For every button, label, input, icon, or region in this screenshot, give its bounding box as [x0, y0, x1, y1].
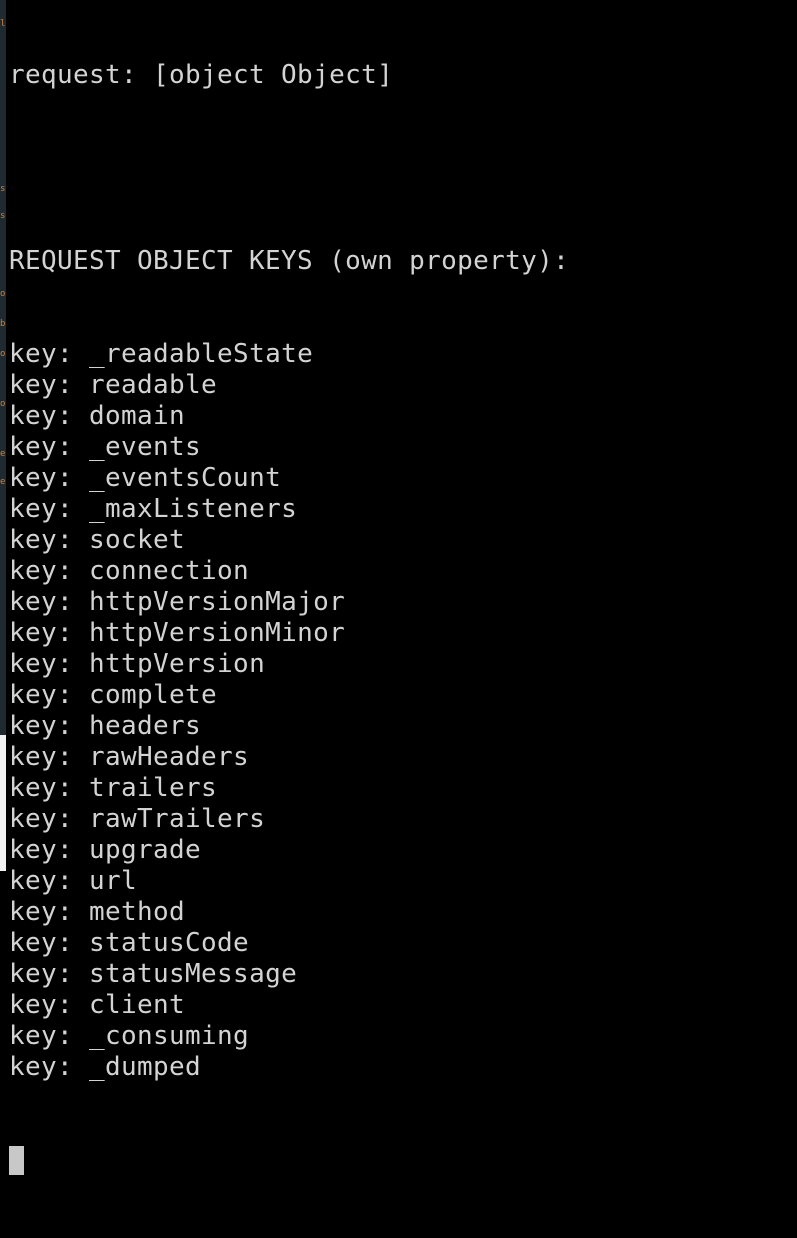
key-name: httpVersionMajor [89, 587, 346, 617]
key-line: key: statusMessage [9, 959, 569, 990]
key-prefix: key: [9, 1052, 90, 1082]
key-name: connection [89, 556, 250, 586]
key-line: key: _dumped [9, 1052, 569, 1083]
terminal-window[interactable]: request: [object Object] REQUEST OBJECT … [6, 0, 797, 1175]
key-prefix: key: [9, 928, 90, 958]
prompt-line[interactable] [9, 1145, 569, 1176]
key-prefix: key: [9, 773, 90, 803]
key-prefix: key: [9, 1021, 90, 1051]
key-line: key: trailers [9, 773, 569, 804]
key-name: upgrade [89, 835, 202, 865]
key-name: _readableState [89, 339, 314, 369]
key-name: _events [89, 432, 202, 462]
key-name: httpVersionMinor [89, 618, 346, 648]
key-prefix: key: [9, 804, 90, 834]
key-prefix: key: [9, 897, 90, 927]
key-prefix: key: [9, 649, 90, 679]
key-name: method [89, 897, 186, 927]
key-line: key: client [9, 990, 569, 1021]
key-prefix: key: [9, 990, 90, 1020]
key-line: key: statusCode [9, 928, 569, 959]
key-prefix: key: [9, 680, 90, 710]
key-name: readable [89, 370, 218, 400]
key-name: rawHeaders [89, 742, 250, 772]
key-line: key: httpVersionMajor [9, 587, 569, 618]
key-prefix: key: [9, 959, 90, 989]
key-name: socket [89, 525, 186, 555]
key-line: key: _eventsCount [9, 463, 569, 494]
key-name: domain [89, 401, 186, 431]
key-line: key: rawTrailers [9, 804, 569, 835]
key-line: key: httpVersionMinor [9, 618, 569, 649]
key-prefix: key: [9, 432, 90, 462]
key-prefix: key: [9, 494, 90, 524]
request-line: request: [object Object] [9, 60, 394, 90]
key-prefix: key: [9, 463, 90, 493]
key-name: headers [89, 711, 202, 741]
key-line: key: _maxListeners [9, 494, 569, 525]
terminal-cursor [9, 1146, 24, 1175]
key-line: key: readable [9, 370, 569, 401]
key-name: trailers [89, 773, 218, 803]
key-name: statusCode [89, 928, 250, 958]
key-name: _dumped [89, 1052, 202, 1082]
terminal-output: request: [object Object] REQUEST OBJECT … [9, 0, 569, 1238]
key-prefix: key: [9, 339, 90, 369]
key-prefix: key: [9, 618, 90, 648]
key-name: statusMessage [89, 959, 298, 989]
key-name: client [89, 990, 186, 1020]
key-name: _consuming [89, 1021, 250, 1051]
key-prefix: key: [9, 525, 90, 555]
key-line: key: httpVersion [9, 649, 569, 680]
key-line: key: _readableState [9, 339, 569, 370]
key-prefix: key: [9, 711, 90, 741]
key-name: _maxListeners [89, 494, 298, 524]
key-line: key: domain [9, 401, 569, 432]
key-line: key: complete [9, 680, 569, 711]
key-line: key: rawHeaders [9, 742, 569, 773]
key-prefix: key: [9, 587, 90, 617]
key-prefix: key: [9, 556, 90, 586]
key-line: key: _consuming [9, 1021, 569, 1052]
key-name: _eventsCount [89, 463, 282, 493]
keys-header-line: REQUEST OBJECT KEYS (own property): [9, 246, 570, 276]
key-prefix: key: [9, 742, 90, 772]
key-line: key: connection [9, 556, 569, 587]
key-line: key: upgrade [9, 835, 569, 866]
key-line: key: socket [9, 525, 569, 556]
key-line: key: headers [9, 711, 569, 742]
key-name: rawTrailers [89, 804, 266, 834]
key-prefix: key: [9, 835, 90, 865]
key-prefix: key: [9, 370, 90, 400]
key-list: key: _readableState key: readable key: dom… [9, 339, 569, 1083]
key-name: httpVersion [89, 649, 266, 679]
key-prefix: key: [9, 401, 90, 431]
key-name: complete [89, 680, 218, 710]
key-line: key: _events [9, 432, 569, 463]
key-line: key: method [9, 897, 569, 928]
